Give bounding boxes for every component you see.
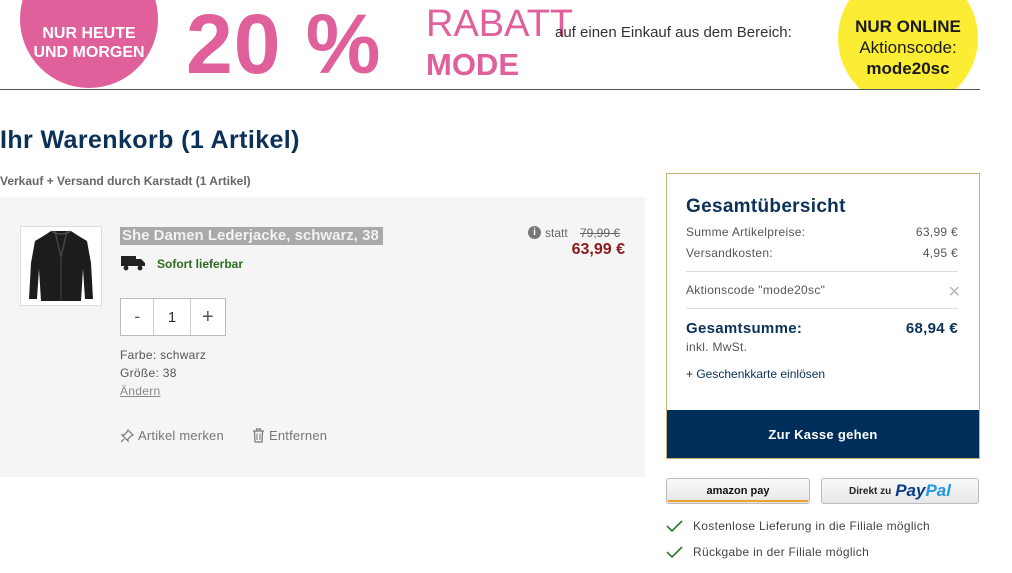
- remember-item-button[interactable]: Artikel merken: [120, 428, 224, 443]
- benefit-item: Rückgabe in der Filiale möglich: [666, 545, 869, 559]
- trash-icon: [253, 428, 264, 443]
- jacket-image: [29, 230, 93, 301]
- redeem-giftcard-link[interactable]: + Geschenkkarte einlösen: [686, 367, 825, 381]
- order-summary: Gesamtübersicht Summe Artikelpreise: 63,…: [666, 173, 980, 459]
- product-size: Größe: 38: [120, 366, 177, 380]
- page-title: Ihr Warenkorb (1 Artikel): [0, 126, 300, 154]
- benefit-text: Rückgabe in der Filiale möglich: [693, 545, 870, 559]
- vat-note: inkl. MwSt.: [686, 340, 748, 354]
- paypal-prefix: Direkt zu: [848, 485, 892, 497]
- remove-item-label: Entfernen: [269, 428, 328, 443]
- old-price: 79,99 €: [580, 226, 621, 240]
- pin-icon: [120, 428, 134, 442]
- promo-percent: 20 %: [186, 0, 382, 90]
- promo-code-row: Aktionscode "mode20sc": [686, 283, 958, 297]
- promo-code-info: NUR ONLINE Aktionscode: mode20sc: [838, 16, 978, 79]
- paypal-button[interactable]: Direkt zu Pay Pal: [821, 478, 979, 504]
- remember-item-label: Artikel merken: [138, 428, 224, 443]
- benefit-item: Kostenlose Lieferung in die Filiale mögl…: [666, 519, 930, 533]
- truck-icon: [121, 256, 145, 271]
- checkout-button[interactable]: Zur Kasse gehen: [667, 410, 979, 458]
- promo-period-line1: NUR HEUTE: [42, 25, 136, 42]
- promo-code: mode20sc: [866, 59, 950, 78]
- product-image[interactable]: [20, 226, 102, 306]
- summary-title: Gesamtübersicht: [686, 196, 846, 217]
- summary-divider: [686, 271, 958, 272]
- promo-description: auf einen Einkauf aus dem Bereich:: [555, 24, 792, 41]
- check-icon: [666, 545, 683, 558]
- remove-promo-icon[interactable]: ✕: [948, 282, 961, 302]
- shipping-row: Versandkosten: 4,95 €: [686, 246, 958, 260]
- amazon-pay-logo: amazon pay: [706, 485, 770, 497]
- promo-period-line2: UND MORGEN: [33, 44, 145, 61]
- check-icon: [666, 519, 683, 532]
- current-price: 63,99 €: [571, 241, 625, 258]
- quantity-stepper: - 1 +: [120, 298, 226, 336]
- promo-mode: MODE: [426, 47, 519, 82]
- items-total-label: Summe Artikelpreise:: [686, 225, 806, 239]
- grand-total-row: Gesamtsumme: 68,94 €: [686, 320, 958, 337]
- paypal-logo-pal: Pal: [925, 481, 951, 500]
- amazon-pay-accent: [668, 500, 808, 502]
- change-link[interactable]: Ändern: [120, 384, 161, 398]
- grand-total-label: Gesamtsumme:: [686, 320, 803, 337]
- promo-online-label: NUR ONLINE: [855, 17, 961, 36]
- shipping-label: Versandkosten:: [686, 246, 773, 260]
- seller-info: Verkauf + Versand durch Karstadt (1 Arti…: [0, 174, 251, 188]
- benefit-text: Kostenlose Lieferung in die Filiale mögl…: [693, 519, 931, 533]
- quantity-increase-button[interactable]: +: [189, 299, 225, 335]
- quantity-input[interactable]: 1: [154, 299, 189, 335]
- summary-divider: [686, 308, 958, 309]
- quantity-decrease-button[interactable]: -: [121, 299, 155, 335]
- promo-code-label: Aktionscode:: [859, 38, 957, 57]
- info-icon[interactable]: i: [528, 226, 541, 239]
- promo-code-applied: Aktionscode "mode20sc": [686, 283, 826, 297]
- statt-label: statt: [545, 226, 568, 240]
- items-total-row: Summe Artikelpreise: 63,99 €: [686, 225, 958, 239]
- grand-total-value: 68,94 €: [905, 320, 958, 337]
- product-name[interactable]: She Damen Lederjacke, schwarz, 38: [120, 227, 383, 245]
- paypal-logo-pay: Pay: [895, 481, 926, 500]
- shipping-value: 4,95 €: [922, 246, 958, 260]
- availability-status: Sofort lieferbar: [157, 257, 244, 271]
- promo-rabatt: RABATT: [426, 3, 574, 45]
- cart-item: She Damen Lederjacke, schwarz, 38 Sofort…: [0, 197, 645, 477]
- items-total-value: 63,99 €: [915, 225, 958, 239]
- remove-item-button[interactable]: Entfernen: [252, 428, 327, 443]
- promo-banner[interactable]: NUR HEUTE UND MORGEN 20 % RABATT MODE au…: [0, 0, 980, 90]
- promo-period: NUR HEUTE UND MORGEN: [24, 24, 154, 62]
- product-color: Farbe: schwarz: [120, 348, 207, 362]
